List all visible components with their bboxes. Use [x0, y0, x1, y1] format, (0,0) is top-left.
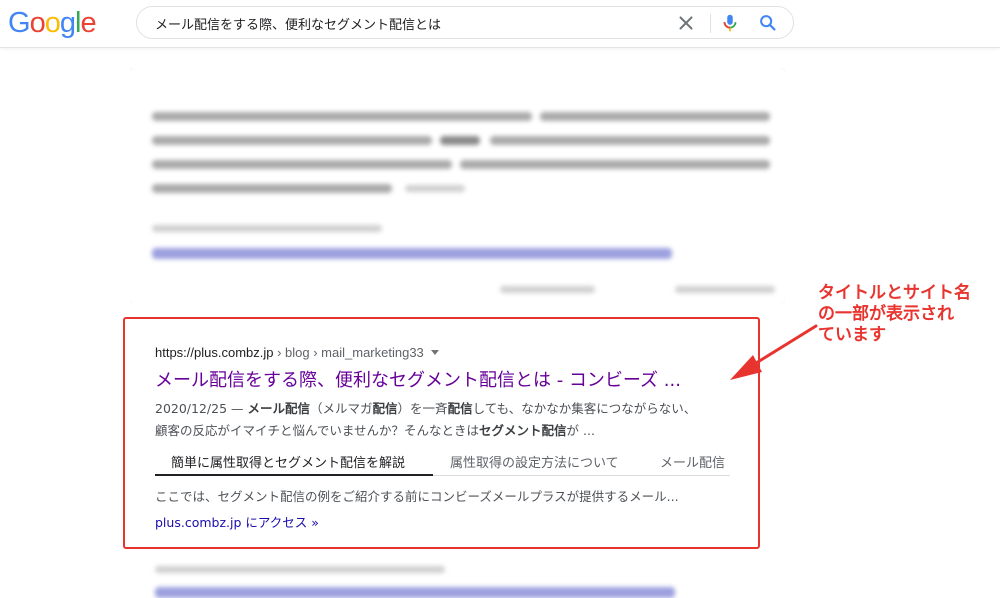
- logo-letter: e: [80, 7, 96, 39]
- sitelink-tabs: 簡単に属性取得とセグメント配信を解説 属性取得の設定方法について メール配信: [155, 450, 745, 476]
- result-path: › blog › mail_marketing33: [273, 345, 424, 360]
- result-snippet: 2020/12/25 — メール配信（メルマガ配信）を一斉配信しても、なかなか集…: [155, 398, 745, 442]
- microphone-icon[interactable]: [719, 12, 741, 34]
- tab-attribute-settings[interactable]: 属性取得の設定方法について: [450, 452, 619, 471]
- divider: [710, 14, 711, 33]
- snippet-date: 2020/12/25 —: [155, 401, 248, 416]
- visit-site-link[interactable]: plus.combz.jp にアクセス »: [155, 512, 319, 531]
- logo-letter: o: [29, 7, 46, 39]
- snippet-text: 顧客の反応がイマイチと悩んでいませんか？そんなときは: [155, 423, 480, 438]
- header: Google: [0, 0, 1000, 48]
- snippet-text: しても、なかなか集客につながらない、: [472, 401, 697, 416]
- logo-letter: G: [8, 7, 31, 39]
- annotation-arrow-icon: [730, 324, 818, 380]
- chevron-down-icon[interactable]: [430, 350, 439, 356]
- close-icon[interactable]: [675, 12, 697, 34]
- result-breadcrumb[interactable]: https://plus.combz.jp › blog › mail_mark…: [155, 345, 439, 360]
- blurred-card: [130, 68, 785, 303]
- annotation-text: タイトルとサイト名 の一部が表示され ています: [818, 283, 971, 345]
- google-logo[interactable]: Google: [8, 6, 97, 40]
- tab-snippet: ここでは、セグメント配信の例をご紹介する前にコンビーズメールプラスが提供するメー…: [155, 489, 679, 504]
- snippet-text: ）を一斉: [397, 401, 448, 416]
- logo-letter: g: [59, 7, 76, 39]
- result-url: https://plus.combz.jp: [155, 345, 274, 360]
- result-title-link[interactable]: メール配信をする際、便利なセグメント配信とは - コンビーズ ...: [155, 366, 681, 392]
- snippet-text: が ...: [566, 423, 595, 438]
- snippet-bold: 配信: [372, 401, 398, 416]
- search-input[interactable]: [153, 7, 677, 40]
- blurred-featured-snippet: [130, 68, 785, 303]
- snippet-text: （メルマガ: [310, 401, 373, 416]
- logo-letter: o: [44, 7, 61, 39]
- snippet-bold: セグメント配信: [479, 423, 567, 438]
- tab-attribute-segment[interactable]: 簡単に属性取得とセグメント配信を解説: [171, 452, 405, 471]
- search-box: [136, 6, 794, 40]
- search-icon[interactable]: [757, 12, 779, 34]
- blurred-next-result: [150, 560, 710, 598]
- active-tab-indicator: [155, 474, 433, 476]
- snippet-bold: メール配信: [247, 401, 311, 416]
- tab-mail-delivery[interactable]: メール配信: [660, 452, 725, 471]
- snippet-bold: 配信: [447, 401, 473, 416]
